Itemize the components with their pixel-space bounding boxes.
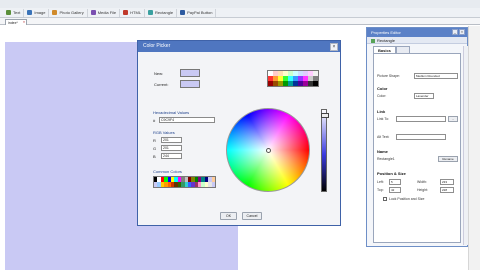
- toolbar-item-label: Photo Gallery: [59, 10, 84, 15]
- tab-advanced[interactable]: [395, 46, 410, 53]
- width-label: Width:: [417, 180, 427, 184]
- top-label: Top:: [377, 188, 384, 192]
- toolbar-item-label: Media File: [97, 10, 117, 15]
- close-icon[interactable]: ×: [459, 29, 465, 35]
- toolbar-item-html[interactable]: HTML: [120, 8, 146, 17]
- minimize-icon[interactable]: _: [452, 29, 458, 35]
- b-label: B: [153, 154, 156, 159]
- color-palette[interactable]: [267, 70, 319, 87]
- link-to-input[interactable]: [396, 116, 446, 122]
- html-icon: [123, 10, 129, 15]
- wheel-cursor[interactable]: [266, 148, 271, 153]
- color-wheel[interactable]: [226, 108, 310, 192]
- position-size-header: Position & Size: [377, 171, 406, 176]
- rgb-values-label: RGB Values: [153, 130, 175, 135]
- toolbar-item-label: Text: [13, 10, 21, 15]
- toolbar-item-media-file[interactable]: Media File: [88, 8, 121, 17]
- tab-index[interactable]: index* ×: [5, 19, 27, 25]
- color-swatch[interactable]: [211, 182, 216, 187]
- rectangle-icon: [148, 10, 154, 15]
- close-icon[interactable]: ×: [330, 42, 338, 51]
- dialog-title: Color Picker: [143, 43, 171, 49]
- toolbar-item-text[interactable]: Text: [3, 8, 25, 17]
- toolbar-item-label: Image: [34, 10, 46, 15]
- brightness-slider[interactable]: [321, 109, 329, 192]
- new-color-label: New:: [154, 71, 164, 76]
- element-name: Rectangle1: [377, 157, 395, 161]
- cancel-button[interactable]: Cancel: [242, 212, 262, 220]
- r-input[interactable]: 201: [161, 137, 182, 143]
- left-input[interactable]: 5: [389, 179, 401, 185]
- common-colors-label: Common Colors: [153, 169, 182, 174]
- current-color-label: Current:: [154, 82, 169, 87]
- toolbar-item-image[interactable]: Image: [24, 8, 50, 17]
- b-input[interactable]: 244: [161, 153, 182, 159]
- height-label: Height:: [417, 188, 429, 192]
- link-section-header: Link: [377, 109, 386, 114]
- rectangle-icon: [371, 38, 375, 43]
- slider-handle[interactable]: [321, 113, 329, 118]
- properties-editor-panel: Properties Editor _ × Rectangle Basics P…: [366, 27, 468, 247]
- object-name: Rectangle: [377, 38, 396, 44]
- alt-text-label: Alt Text:: [377, 135, 390, 139]
- tab-label: index*: [8, 20, 18, 25]
- canvas-scrollbar[interactable]: [468, 26, 480, 270]
- toolbar-item-paypal-button[interactable]: PayPal Button: [177, 8, 217, 17]
- panel-title: Properties Editor: [371, 30, 401, 35]
- hex-input[interactable]: C9C9F4: [159, 117, 215, 123]
- g-label: G: [153, 146, 157, 151]
- toolbar-item-label: HTML: [130, 10, 142, 15]
- hex-values-label: Hexadecimal Values: [153, 110, 190, 115]
- app-title-bar: [0, 0, 480, 8]
- r-label: R: [153, 138, 156, 143]
- color-label: Color:: [377, 94, 387, 98]
- panel-tabs: Basics: [373, 46, 410, 53]
- toolbar-item-photo-gallery[interactable]: Photo Gallery: [49, 8, 88, 17]
- picture-shape-label: Picture Shape:: [377, 74, 400, 78]
- image-icon: [27, 10, 33, 15]
- alt-text-input[interactable]: [396, 134, 446, 140]
- new-color-swatch: [180, 69, 200, 77]
- lock-position-checkbox[interactable]: [383, 197, 387, 201]
- panel-scrollbar[interactable]: [463, 46, 468, 245]
- height-input[interactable]: 228: [440, 187, 454, 193]
- ok-button[interactable]: OK: [220, 212, 237, 220]
- tab-basics[interactable]: Basics: [373, 46, 396, 53]
- link-to-label: Link To:: [377, 117, 389, 121]
- left-label: Left:: [377, 180, 384, 184]
- lock-position-label: Lock Position and Size: [389, 197, 425, 201]
- photo-gallery-icon: [52, 10, 58, 15]
- g-input[interactable]: 201: [161, 145, 182, 151]
- dialog-title-bar: Color Picker ×: [138, 41, 340, 52]
- rename-button[interactable]: Rename: [438, 156, 458, 162]
- color-picker-dialog: Color Picker × New: Current: Hexadecimal…: [137, 40, 341, 226]
- toolbar-item-label: Rectangle: [155, 10, 174, 15]
- panel-object-header: Rectangle: [367, 37, 467, 44]
- text-icon: [6, 10, 11, 15]
- paypal-icon: [180, 10, 186, 15]
- toolbar-item-label: PayPal Button: [187, 10, 213, 15]
- insert-toolbar: Text Image Photo Gallery Media File HTML Rect…: [0, 8, 480, 18]
- media-file-icon: [90, 10, 96, 15]
- width-input[interactable]: 233: [440, 179, 454, 185]
- name-section-header: Name: [377, 149, 388, 154]
- current-color-swatch: [180, 80, 200, 88]
- toolbar-item-rectangle[interactable]: Rectangle: [145, 8, 178, 17]
- panel-body: Picture Shape: Medium Rounded Color Colo…: [373, 53, 461, 243]
- picture-shape-select[interactable]: Medium Rounded: [414, 73, 458, 79]
- color-select[interactable]: Lavender: [414, 93, 434, 99]
- tab-close-icon[interactable]: ×: [23, 20, 25, 24]
- panel-title-bar: Properties Editor _ ×: [367, 28, 467, 37]
- document-tab-strip: index* ×: [0, 18, 480, 25]
- color-section-header: Color: [377, 86, 388, 91]
- common-colors-palette[interactable]: [153, 176, 217, 188]
- hex-prefix: #: [153, 118, 156, 123]
- link-browse-button[interactable]: ...: [448, 116, 458, 122]
- color-swatch[interactable]: [313, 81, 318, 86]
- top-input[interactable]: 42: [389, 187, 401, 193]
